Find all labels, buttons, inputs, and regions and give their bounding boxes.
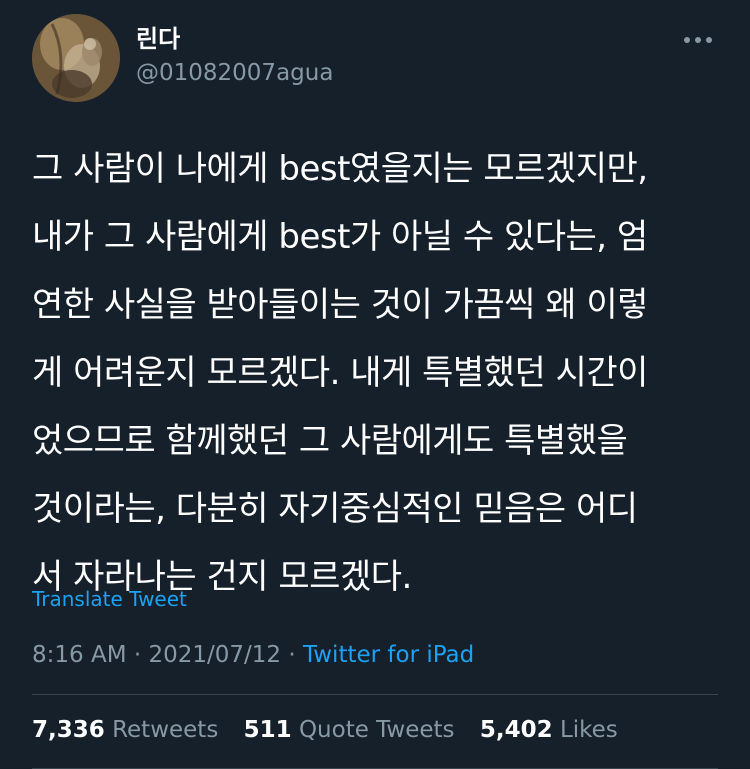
likes-label: Likes bbox=[559, 717, 618, 743]
tweet-stats: 7,336 Retweets 511 Quote Tweets 5,402 Li… bbox=[32, 713, 636, 747]
tweet-meta: 8:16 AM · 2021/07/12 · Twitter for iPad bbox=[32, 638, 474, 672]
likes-stat[interactable]: 5,402 Likes bbox=[480, 713, 618, 747]
tweet-text-line: 내가 그 사람에게 best가 아닐 수 있다는, 엄 bbox=[32, 217, 648, 257]
tweet-date[interactable]: 2021/07/12 bbox=[148, 642, 281, 668]
retweets-stat[interactable]: 7,336 Retweets bbox=[32, 713, 218, 747]
user-names: 린다 @01082007agua bbox=[136, 24, 333, 88]
tweet-text-line: 었으므로 함께했던 그 사람에게도 특별했을 bbox=[32, 421, 628, 461]
retweets-label: Retweets bbox=[112, 717, 219, 743]
avatar-image bbox=[32, 14, 120, 102]
user-handle[interactable]: @01082007agua bbox=[136, 58, 333, 88]
quote-tweets-label: Quote Tweets bbox=[298, 717, 455, 743]
meta-separator: · bbox=[133, 642, 142, 668]
tweet-text-line: 그 사람이 나에게 best였을지는 모르겠지만, bbox=[32, 149, 648, 189]
tweet-detail: 린다 @01082007agua 그 사람이 나에게 best였을지는 모르겠지… bbox=[0, 0, 750, 769]
quote-tweets-stat[interactable]: 511 Quote Tweets bbox=[244, 713, 455, 747]
likes-count: 5,402 bbox=[479, 717, 553, 743]
tweet-header: 린다 @01082007agua bbox=[32, 14, 718, 102]
tweet-time[interactable]: 8:16 AM bbox=[32, 642, 127, 668]
divider bbox=[32, 694, 718, 695]
tweet-source-link[interactable]: Twitter for iPad bbox=[303, 642, 474, 668]
display-name[interactable]: 린다 bbox=[136, 24, 333, 54]
meta-separator: · bbox=[288, 642, 296, 668]
tweet-text-line: 것이라는, 다분히 자기중심적인 믿음은 어디 bbox=[32, 489, 638, 529]
avatar[interactable] bbox=[32, 14, 120, 102]
more-horizontal-icon[interactable] bbox=[682, 30, 714, 50]
translate-tweet-link[interactable]: Translate Tweet bbox=[32, 585, 187, 613]
tweet-text: 그 사람이 나에게 best였을지는 모르겠지만, 내가 그 사람에게 best… bbox=[32, 135, 722, 611]
quote-tweets-count: 511 bbox=[243, 717, 292, 743]
tweet-text-line: 게 어려운지 모르겠다. 내게 특별했던 시간이 bbox=[32, 353, 648, 393]
tweet-text-line: 연한 사실을 받아들이는 것이 가끔씩 왜 이렇 bbox=[32, 285, 648, 325]
retweets-count: 7,336 bbox=[32, 717, 105, 743]
